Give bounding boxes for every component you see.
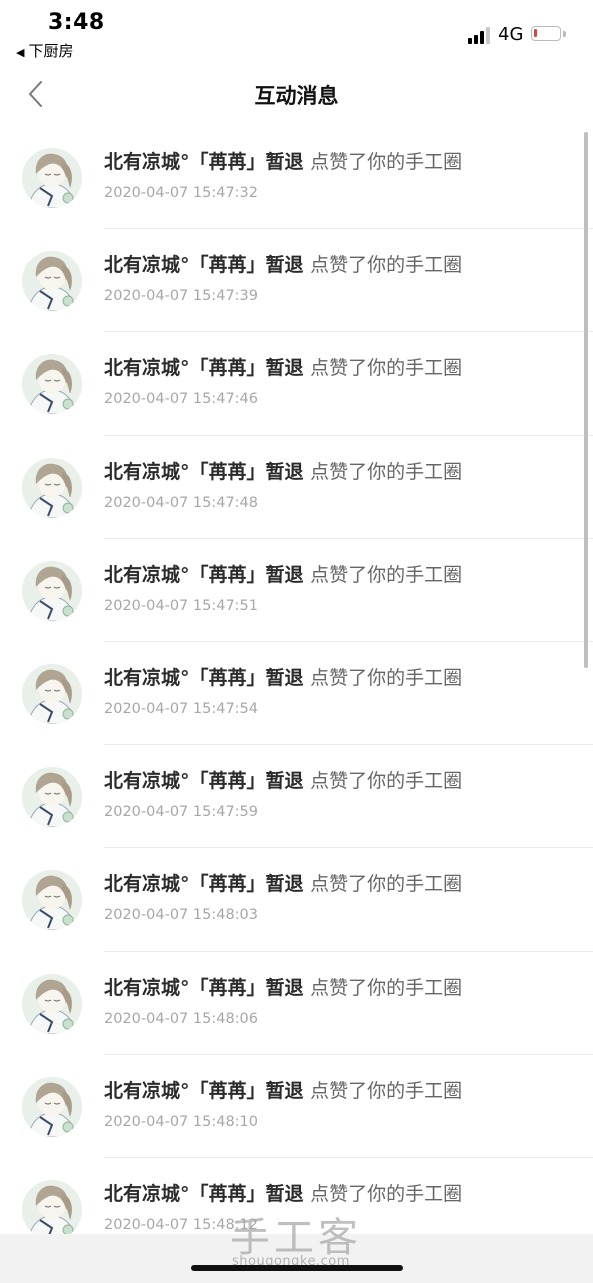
notification-text: 北有凉城°「苒苒」暂退 点赞了你的手工圈 bbox=[104, 766, 462, 793]
avatar[interactable] bbox=[22, 148, 82, 208]
user-name[interactable]: 北有凉城°「苒苒」暂退 bbox=[104, 1183, 304, 1205]
user-name[interactable]: 北有凉城°「苒苒」暂退 bbox=[104, 357, 304, 379]
avatar[interactable] bbox=[22, 1179, 82, 1240]
battery-icon bbox=[531, 26, 561, 41]
notification-time: 2020-04-07 15:47:54 bbox=[104, 700, 258, 717]
back-to-app-link[interactable]: ◀ 下厨房 bbox=[16, 40, 73, 61]
avatar[interactable] bbox=[22, 767, 82, 828]
action-text: 点赞了你的手工圈 bbox=[310, 873, 463, 896]
action-text: 点赞了你的手工圈 bbox=[310, 357, 463, 380]
list-item[interactable]: 北有凉城°「苒苒」暂退 点赞了你的手工圈 2020-04-07 15:47:39 bbox=[0, 229, 593, 333]
notification-text: 北有凉城°「苒苒」暂退 点赞了你的手工圈 bbox=[104, 560, 462, 587]
avatar[interactable] bbox=[22, 251, 82, 312]
notification-text: 北有凉城°「苒苒」暂退 点赞了你的手工圈 bbox=[104, 973, 462, 1000]
action-text: 点赞了你的手工圈 bbox=[310, 563, 463, 586]
list-item[interactable]: 北有凉城°「苒苒」暂退 点赞了你的手工圈 2020-04-07 15:47:51 bbox=[0, 539, 593, 642]
avatar[interactable] bbox=[22, 354, 82, 415]
user-name[interactable]: 北有凉城°「苒苒」暂退 bbox=[104, 873, 304, 895]
action-text: 点赞了你的手工圈 bbox=[310, 254, 463, 277]
notification-text: 北有凉城°「苒苒」暂退 点赞了你的手工圈 bbox=[104, 353, 462, 380]
notification-text: 北有凉城°「苒苒」暂退 点赞了你的手工圈 bbox=[104, 457, 462, 484]
list-item[interactable]: 北有凉城°「苒苒」暂退 点赞了你的手工圈 2020-04-07 15:48:06 bbox=[0, 952, 593, 1055]
user-name[interactable]: 北有凉城°「苒苒」暂退 bbox=[104, 1080, 304, 1102]
user-name[interactable]: 北有凉城°「苒苒」暂退 bbox=[104, 254, 304, 276]
list-item[interactable]: 北有凉城°「苒苒」暂退 点赞了你的手工圈 2020-04-07 15:47:46 bbox=[0, 332, 593, 436]
notification-time: 2020-04-07 15:47:32 bbox=[104, 185, 258, 201]
back-triangle-icon: ◀ bbox=[16, 46, 25, 59]
list-item[interactable]: 北有凉城°「苒苒」暂退 点赞了你的手工圈 2020-04-07 15:47:32 bbox=[0, 126, 593, 230]
list-item[interactable]: 北有凉城°「苒苒」暂退 点赞了你的手工圈 2020-04-07 15:48:10 bbox=[0, 1055, 593, 1158]
network-type: 4G bbox=[498, 24, 524, 45]
status-time: 3:48 bbox=[48, 10, 105, 35]
battery-nub bbox=[563, 31, 566, 37]
notification-text: 北有凉城°「苒苒」暂退 点赞了你的手工圈 bbox=[104, 250, 462, 277]
notification-time: 2020-04-07 15:48:10 bbox=[104, 1113, 258, 1130]
avatar[interactable] bbox=[22, 663, 82, 724]
user-name[interactable]: 北有凉城°「苒苒」暂退 bbox=[104, 977, 304, 999]
avatar[interactable] bbox=[22, 973, 82, 1034]
user-name[interactable]: 北有凉城°「苒苒」暂退 bbox=[104, 461, 304, 483]
notification-time: 2020-04-07 15:47:46 bbox=[104, 391, 258, 408]
notification-time: 2020-04-07 15:47:48 bbox=[104, 494, 258, 511]
action-text: 点赞了你的手工圈 bbox=[310, 770, 463, 793]
user-name[interactable]: 北有凉城°「苒苒」暂退 bbox=[104, 564, 304, 586]
notification-time: 2020-04-07 15:47:51 bbox=[104, 597, 258, 614]
action-text: 点赞了你的手工圈 bbox=[310, 666, 463, 689]
battery-level bbox=[534, 29, 537, 37]
notification-text: 北有凉城°「苒苒」暂退 点赞了你的手工圈 bbox=[104, 663, 462, 690]
status-bar: 3:48 ◀ 下厨房 4G bbox=[0, 0, 593, 62]
notification-text: 北有凉城°「苒苒」暂退 点赞了你的手工圈 bbox=[104, 147, 462, 174]
nav-bar: 互动消息 bbox=[0, 62, 593, 126]
action-text: 点赞了你的手工圈 bbox=[310, 976, 463, 999]
notification-time: 2020-04-07 15:47:39 bbox=[104, 288, 258, 305]
scrollbar[interactable] bbox=[584, 132, 588, 668]
user-name[interactable]: 北有凉城°「苒苒」暂退 bbox=[104, 770, 304, 792]
user-name[interactable]: 北有凉城°「苒苒」暂退 bbox=[104, 151, 304, 173]
notification-text: 北有凉城°「苒苒」暂退 点赞了你的手工圈 bbox=[104, 869, 462, 896]
list-item[interactable]: 北有凉城°「苒苒」暂退 点赞了你的手工圈 2020-04-07 15:47:48 bbox=[0, 436, 593, 539]
home-indicator[interactable] bbox=[191, 1265, 403, 1271]
list-item[interactable]: 北有凉城°「苒苒」暂退 点赞了你的手工圈 2020-04-07 15:48:03 bbox=[0, 848, 593, 952]
notification-time: 2020-04-07 15:48:03 bbox=[104, 907, 258, 924]
notification-text: 北有凉城°「苒苒」暂退 点赞了你的手工圈 bbox=[104, 1076, 462, 1103]
action-text: 点赞了你的手工圈 bbox=[310, 460, 463, 483]
list-item[interactable]: 北有凉城°「苒苒」暂退 点赞了你的手工圈 2020-04-07 15:47:59 bbox=[0, 745, 593, 849]
avatar[interactable] bbox=[22, 870, 82, 931]
avatar[interactable] bbox=[22, 457, 82, 518]
list-item[interactable]: 北有凉城°「苒苒」暂退 点赞了你的手工圈 2020-04-07 15:47:54 bbox=[0, 642, 593, 746]
notification-time: 2020-04-07 15:47:59 bbox=[104, 804, 258, 821]
user-name[interactable]: 北有凉城°「苒苒」暂退 bbox=[104, 667, 304, 689]
action-text: 点赞了你的手工圈 bbox=[310, 151, 463, 173]
notification-time: 2020-04-07 15:48:06 bbox=[104, 1010, 258, 1027]
avatar[interactable] bbox=[22, 1076, 82, 1137]
action-text: 点赞了你的手工圈 bbox=[310, 1182, 463, 1205]
avatar[interactable] bbox=[22, 560, 82, 621]
signal-icon bbox=[468, 26, 492, 44]
notification-text: 北有凉城°「苒苒」暂退 点赞了你的手工圈 bbox=[104, 1179, 462, 1206]
action-text: 点赞了你的手工圈 bbox=[310, 1079, 463, 1102]
notification-list: 北有凉城°「苒苒」暂退 点赞了你的手工圈 2020-04-07 15:47:32… bbox=[0, 126, 593, 1262]
back-app-label: 下厨房 bbox=[28, 42, 74, 60]
page-title: 互动消息 bbox=[254, 84, 339, 108]
